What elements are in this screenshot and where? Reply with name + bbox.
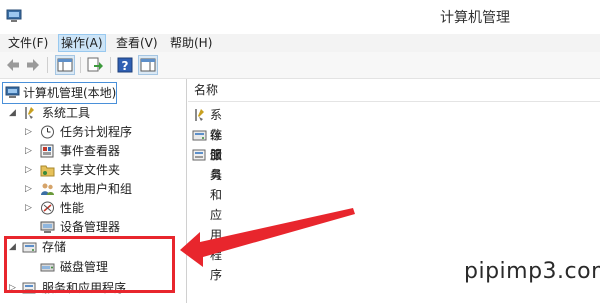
tree-node-label: 性能: [60, 201, 85, 215]
back-arrow-icon[interactable]: [4, 56, 22, 74]
tree-node-label: 计算机管理(本地): [23, 86, 117, 100]
tools-icon: [25, 107, 34, 119]
computer-management-icon: [5, 86, 20, 98]
column-header-label: 名称: [194, 83, 219, 97]
column-header-name[interactable]: 名称: [188, 79, 600, 102]
tree-node-device-manager[interactable]: 设备管理器: [0, 217, 180, 237]
expand-triangle-icon[interactable]: ▷: [24, 198, 33, 218]
tree-node-label: 任务计划程序: [60, 125, 133, 139]
tree-node-label: 系统工具: [42, 106, 91, 120]
expand-triangle-icon[interactable]: ▷: [24, 122, 33, 142]
collapse-triangle-icon[interactable]: ◢: [8, 103, 17, 123]
tree-node-local-users[interactable]: ▷ 本地用户和组: [0, 179, 180, 199]
menu-action[interactable]: 操作(A): [58, 34, 106, 52]
users-icon: [41, 183, 54, 195]
expand-triangle-icon[interactable]: ▷: [24, 141, 33, 161]
device-manager-icon: [40, 221, 55, 233]
watermark: pipimp3.com: [464, 259, 600, 284]
toolbar-separator: [47, 57, 48, 73]
help-icon[interactable]: ?: [116, 56, 134, 74]
event-viewer-icon: [40, 144, 54, 158]
title-bar: 计算机管理: [0, 0, 600, 34]
menu-bar: 文件(F) 操作(A) 查看(V) 帮助(H): [0, 34, 600, 52]
show-hide-tree-icon[interactable]: [55, 55, 75, 75]
menu-file[interactable]: 文件(F): [6, 35, 50, 51]
performance-icon: [41, 201, 54, 215]
tree-node-task-scheduler[interactable]: ▷ 任务计划程序: [0, 122, 180, 142]
tree-node-system-tools[interactable]: ◢ 系统工具: [0, 103, 180, 123]
toolbar: ?: [0, 52, 600, 79]
toolbar-separator: [80, 57, 81, 73]
window-title: 计算机管理: [440, 10, 510, 26]
tree-node-root[interactable]: 计算机管理(本地): [2, 82, 117, 104]
tree-node-event-viewer[interactable]: ▷ 事件查看器: [0, 141, 180, 161]
expand-triangle-icon[interactable]: ▷: [24, 179, 33, 199]
annotation-highlight-box: [4, 236, 175, 293]
svg-text:?: ?: [122, 59, 129, 73]
tree-node-label: 共享文件夹: [60, 163, 121, 177]
menu-view[interactable]: 查看(V): [114, 35, 160, 51]
services-icon: [192, 149, 206, 161]
export-list-icon[interactable]: [86, 56, 104, 74]
tree-node-label: 设备管理器: [60, 220, 121, 234]
forward-arrow-icon[interactable]: [24, 56, 42, 74]
clock-icon: [41, 125, 54, 139]
tools-icon: [195, 109, 204, 121]
computer-management-icon: [6, 9, 22, 22]
toolbar-separator: [110, 57, 111, 73]
expand-triangle-icon[interactable]: ▷: [24, 160, 33, 180]
shared-folder-icon: [40, 165, 55, 177]
tree-node-label: 事件查看器: [60, 144, 121, 158]
list-item-label: 服务和应用程序: [210, 148, 223, 282]
properties-icon[interactable]: [138, 55, 158, 75]
tree-node-shared-folders[interactable]: ▷ 共享文件夹: [0, 160, 180, 180]
tree-node-label: 本地用户和组: [60, 182, 133, 196]
storage-icon: [192, 130, 207, 141]
tree-node-performance[interactable]: ▷ 性能: [0, 198, 180, 218]
menu-help[interactable]: 帮助(H): [168, 35, 214, 51]
